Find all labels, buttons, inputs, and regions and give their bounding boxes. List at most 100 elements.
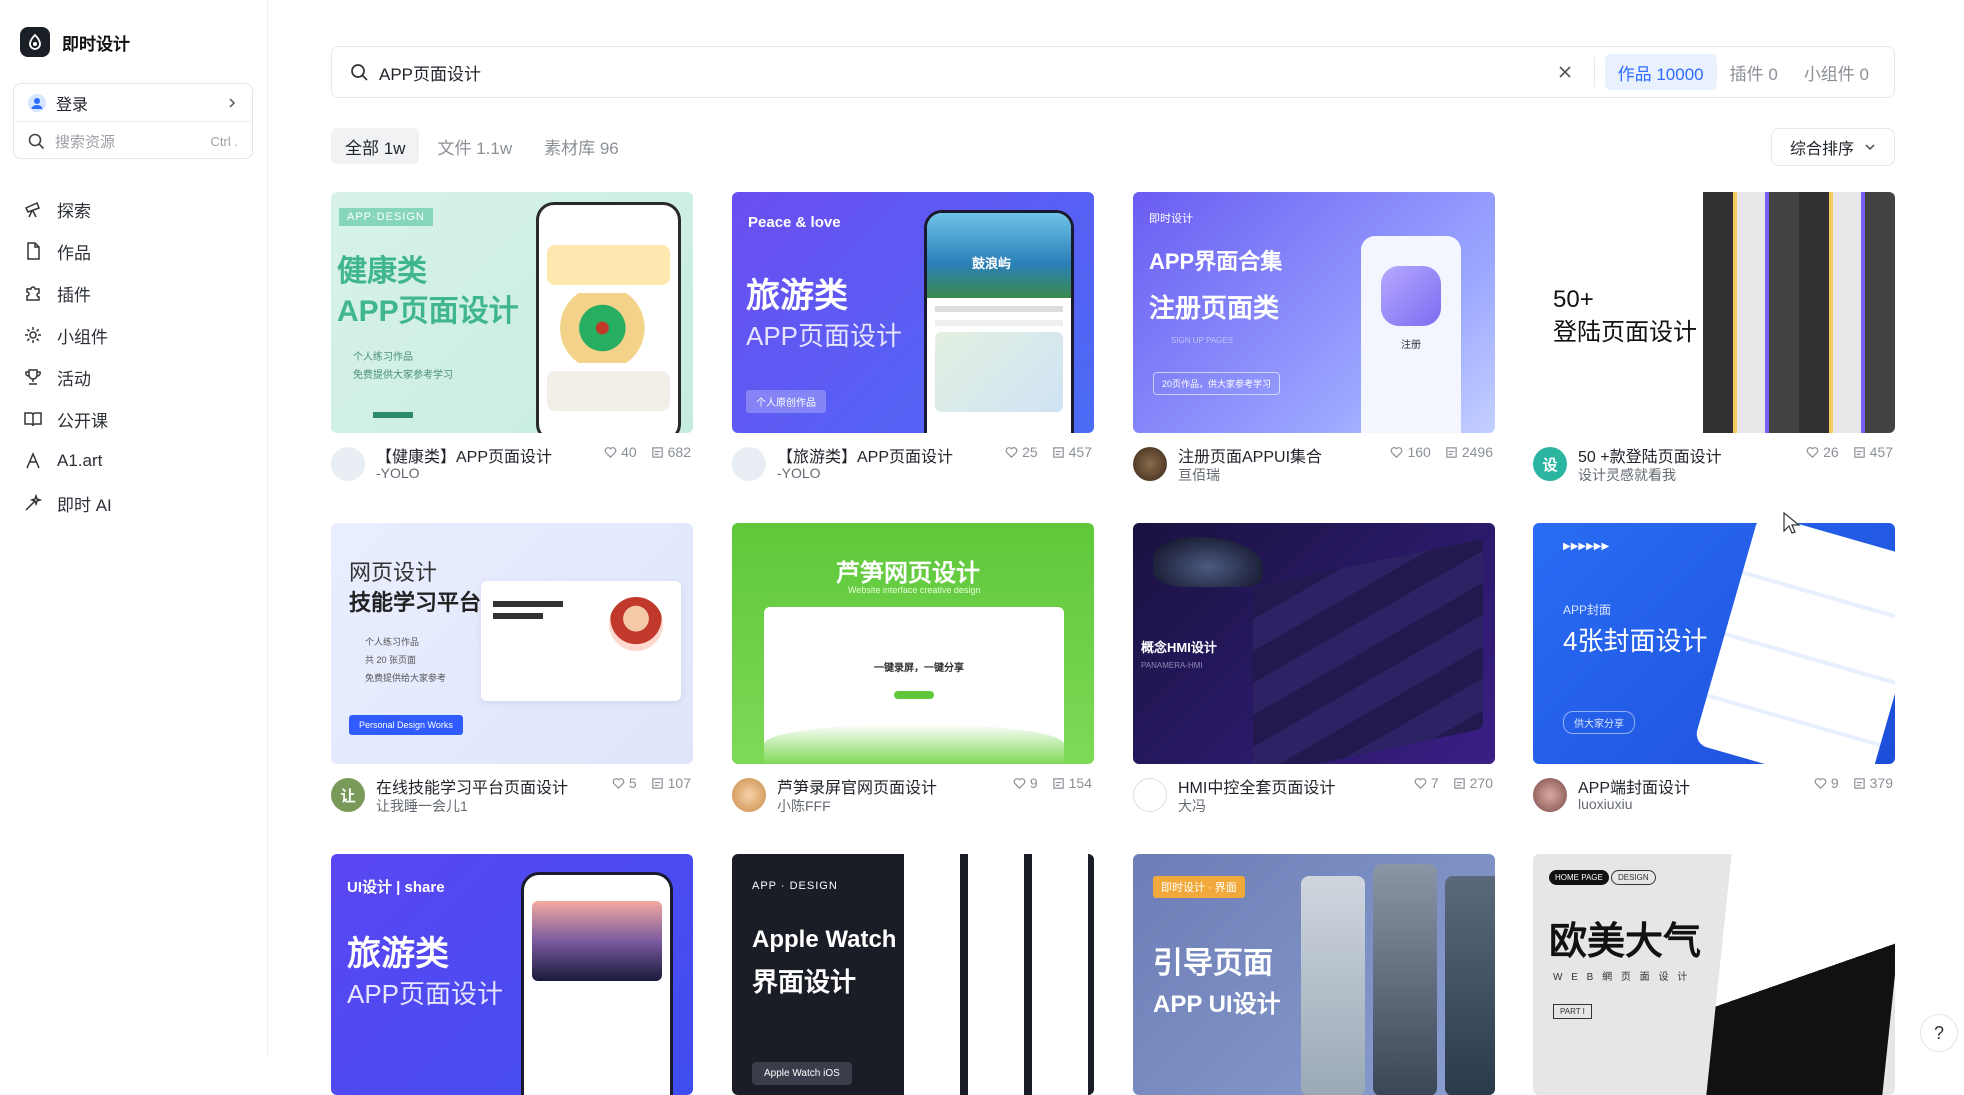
search-bar[interactable]: APP页面设计 作品 10000 插件 0 小组件 0 [331,46,1895,98]
filter-files[interactable]: 文件 1.1w [423,128,526,164]
mouse-cursor-icon [1783,512,1801,534]
work-card[interactable]: APP · DESIGN Apple Watch 界面设计 Apple Watc… [732,854,1094,1095]
card-title[interactable]: 注册页面APPUI集合 [1178,443,1322,467]
thumb-headline: 引导页面 [1153,947,1273,980]
tab-plugins[interactable]: 插件 0 [1717,54,1791,90]
tab-widgets[interactable]: 小组件 0 [1791,54,1882,90]
avatar[interactable] [732,447,766,481]
card-thumbnail[interactable]: Peace & love 旅游类 APP页面设计 个人原创作品 鼓浪屿 [732,192,1094,433]
filter-bar: 全部 1w 文件 1.1w 素材库 96 [331,128,633,164]
avatar[interactable] [1133,778,1167,812]
search-query[interactable]: APP页面设计 [379,60,1550,85]
sidebar-item-widgets[interactable]: 小组件 [13,314,253,356]
card-thumbnail[interactable]: APP·DESIGN 健康类 APP页面设计 个人练习作品 免费提供大家参考学习 [331,192,693,433]
card-title[interactable]: 芦笋录屏官网页面设计 [777,774,937,798]
card-author[interactable]: 让我睡一会儿1 [376,796,468,816]
sidebar-item-works[interactable]: 作品 [13,230,253,272]
thumb-mid-text: 一键录屏，一键分享 [874,663,964,674]
card-title[interactable]: HMI中控全套页面设计 [1178,774,1335,798]
avatar[interactable] [1133,447,1167,481]
card-title[interactable]: APP端封面设计 [1578,774,1690,798]
card-author[interactable]: 设计灵感就看我 [1578,465,1676,485]
brand[interactable]: 即时设计 [20,27,130,57]
card-thumbnail[interactable]: 即时设计 APP界面合集 注册页面类 SIGN UP PAGES 20页作品，供… [1133,192,1495,433]
sidebar-item-plugins[interactable]: 插件 [13,272,253,314]
login-button[interactable]: 登录 [14,84,252,122]
view-count: 154 [1068,775,1092,791]
work-card[interactable]: APP·DESIGN 健康类 APP页面设计 个人练习作品 免费提供大家参考学习… [331,192,693,501]
card-stats: 26 457 [1806,444,1893,460]
card-thumbnail[interactable]: ▶▶▶▶▶▶ APP封面 4张封面设计 供大家分享 [1533,523,1895,764]
work-card[interactable]: HOME PAGE DESIGN 欧美大气 W E B 網 页 面 设 计 PA… [1533,854,1895,1095]
sidebar-item-label: 活动 [57,369,91,389]
thumb-headline: APP封面 [1563,603,1612,617]
phone-mockup [536,202,681,433]
clear-search-button[interactable] [1550,57,1580,87]
work-card[interactable]: 芦笋网页设计 Website interface creative design… [732,523,1094,832]
thumb-tag: UI设计 | share [347,879,445,896]
thumb-tag: APP·DESIGN [339,208,433,226]
view-icon [1853,446,1865,458]
work-card[interactable]: 即时设计 APP界面合集 注册页面类 SIGN UP PAGES 20页作品，供… [1133,192,1495,501]
sidebar-item-courses[interactable]: 公开课 [13,398,253,440]
thumb-phone-label: 鼓浪屿 [972,256,1012,271]
filter-all[interactable]: 全部 1w [331,128,420,164]
avatar[interactable] [331,447,365,481]
avatar[interactable]: 设 [1533,447,1567,481]
card-stats: 7 270 [1414,775,1493,791]
card-thumbnail[interactable]: APP · DESIGN Apple Watch 界面设计 Apple Watc… [732,854,1094,1095]
card-author[interactable]: luoxiuxiu [1578,796,1632,812]
avatar[interactable] [1533,778,1567,812]
sidebar-item-events[interactable]: 活动 [13,356,253,398]
work-card[interactable]: UI设计 | share 旅游类 APP页面设计 [331,854,693,1095]
heart-icon [1391,446,1403,458]
card-author[interactable]: 大冯 [1178,796,1206,816]
card-thumbnail[interactable]: HOME PAGE DESIGN 欧美大气 W E B 網 页 面 设 计 PA… [1533,854,1895,1095]
tab-works[interactable]: 作品 10000 [1604,54,1717,90]
card-title[interactable]: 【旅游类】APP页面设计 [777,443,953,467]
sort-dropdown[interactable]: 综合排序 [1771,128,1895,166]
card-thumbnail[interactable]: 即时设计 · 界面 引导页面 APP UI设计 [1133,854,1495,1095]
search-icon [28,133,45,149]
card-stats: 25 457 [1005,444,1092,460]
work-card[interactable]: 50+ 登陆页面设计 设 50 +款登陆页面设计 设计灵感就看我 26 457 [1533,192,1895,501]
card-author[interactable]: -YOLO [777,465,821,481]
avatar[interactable]: 让 [331,778,365,812]
card-thumbnail[interactable]: 50+ 登陆页面设计 [1533,192,1895,433]
thumb-tag: Peace & love [748,214,841,231]
work-card[interactable]: 概念HMI设计 PANAMERA-HMI HMI中控全套页面设计 大冯 7 27… [1133,523,1495,832]
work-card[interactable]: Peace & love 旅游类 APP页面设计 个人原创作品 鼓浪屿 【旅游类… [732,192,1094,501]
avatar[interactable] [732,778,766,812]
thumb-badge: 供大家分享 [1563,711,1635,734]
sidebar-item-explore[interactable]: 探索 [13,188,253,230]
thumb-headline: 网页设计 [349,560,438,585]
card-thumbnail[interactable]: 网页设计 技能学习平台 个人练习作品 共 20 张页面 免费提供给大家参考 Pe… [331,523,693,764]
thumb-headline: 注册页面类 [1149,293,1280,323]
card-author[interactable]: 小陈FFF [777,796,831,816]
card-thumbnail[interactable]: UI设计 | share 旅游类 APP页面设计 [331,854,693,1095]
card-author[interactable]: 亘佰瑞 [1178,465,1220,485]
card-author[interactable]: -YOLO [376,465,420,481]
help-button[interactable]: ? [1920,1014,1958,1052]
sidebar-item-ai[interactable]: 即时 AI [13,482,253,524]
thumb-headline: 界面设计 [752,967,857,997]
card-title[interactable]: 在线技能学习平台页面设计 [376,774,568,798]
work-card[interactable]: 网页设计 技能学习平台 个人练习作品 共 20 张页面 免费提供给大家参考 Pe… [331,523,693,832]
work-card[interactable]: ▶▶▶▶▶▶ APP封面 4张封面设计 供大家分享 APP端封面设计 luoxi… [1533,523,1895,832]
card-stats: 9 379 [1814,775,1893,791]
card-thumbnail[interactable]: 芦笋网页设计 Website interface creative design… [732,523,1094,764]
filter-library[interactable]: 素材库 96 [530,128,633,164]
work-card[interactable]: 即时设计 · 界面 引导页面 APP UI设计 [1133,854,1495,1095]
thumb-bullet: 个人练习作品 [365,637,420,647]
sidebar-search-placeholder: 搜索资源 [55,133,116,151]
card-thumbnail[interactable]: 概念HMI设计 PANAMERA-HMI [1133,523,1495,764]
like-count: 9 [1029,775,1038,791]
sidebar-search-input[interactable]: 搜索资源 Ctrl . [14,122,252,158]
card-stats: 5 107 [612,775,691,791]
card-title[interactable]: 50 +款登陆页面设计 [1578,443,1722,467]
thumb-headline: 登陆页面设计 [1553,319,1697,346]
card-title[interactable]: 【健康类】APP页面设计 [376,443,552,467]
sidebar-item-a1art[interactable]: A1.art [13,440,253,482]
view-icon [651,777,663,789]
heart-icon [1814,777,1827,789]
